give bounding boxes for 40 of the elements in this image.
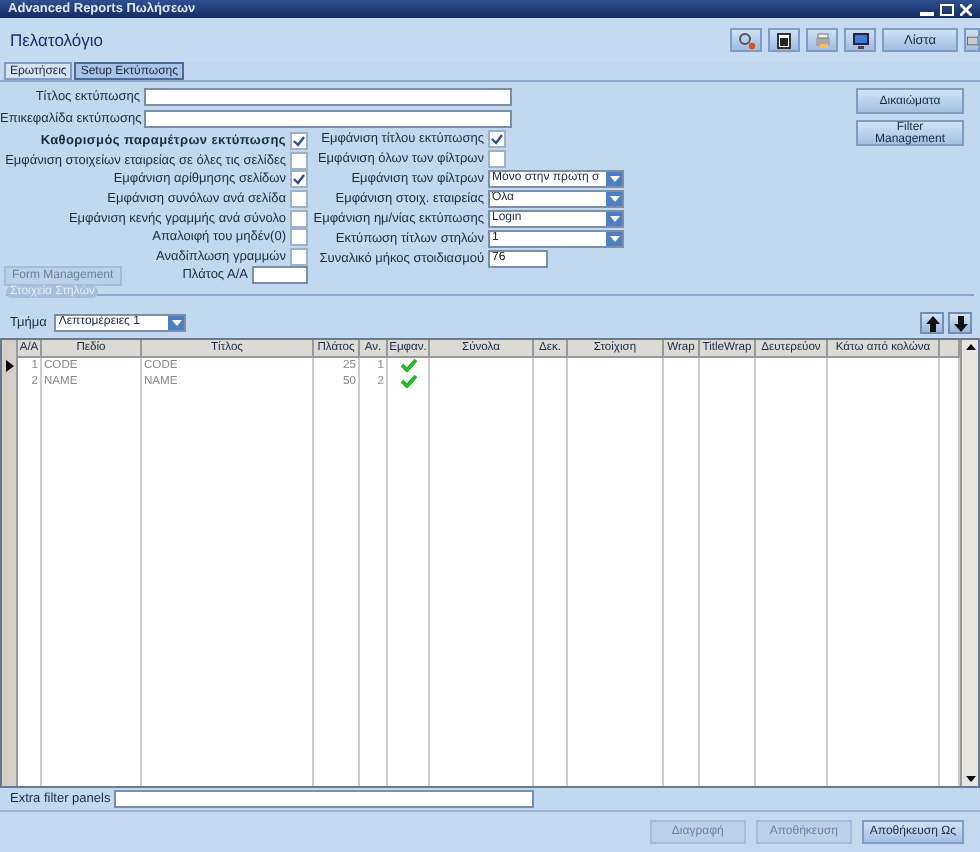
- text-field[interactable]: [144, 88, 512, 106]
- checkbox[interactable]: [290, 151, 308, 170]
- current-row-icon: [5, 359, 13, 372]
- settings-button[interactable]: [964, 28, 980, 52]
- document-icon: [775, 31, 793, 49]
- column-header: [2, 339, 18, 358]
- checkbox[interactable]: [290, 132, 308, 151]
- move-down-button[interactable]: [948, 312, 972, 335]
- down-arrow-icon: [953, 315, 967, 332]
- checkbox[interactable]: [290, 228, 308, 247]
- caret-icon: [609, 215, 619, 221]
- text-field[interactable]: [252, 266, 308, 285]
- up-arrow-icon: [925, 315, 939, 332]
- print-button[interactable]: [768, 28, 800, 52]
- monitor-button[interactable]: [844, 28, 876, 52]
- checkbox[interactable]: [488, 149, 506, 167]
- window-icon: [966, 31, 978, 49]
- scrollbar[interactable]: [960, 339, 978, 786]
- printer-icon: [813, 31, 831, 49]
- caret-icon: [609, 195, 619, 201]
- scroll-down-icon[interactable]: [965, 776, 975, 782]
- maximize-icon[interactable]: [940, 3, 954, 15]
- checkbox[interactable]: [290, 170, 308, 189]
- checkbox[interactable]: [290, 247, 308, 266]
- checkbox[interactable]: [290, 209, 308, 228]
- checkbox[interactable]: [488, 129, 506, 147]
- caret-icon: [609, 175, 619, 181]
- column-header: [940, 339, 960, 358]
- search-button[interactable]: [730, 28, 762, 52]
- close-icon[interactable]: [960, 3, 972, 15]
- checkbox[interactable]: [290, 190, 308, 209]
- move-up-button[interactable]: [920, 312, 944, 335]
- text-field[interactable]: [114, 790, 535, 808]
- scroll-up-icon[interactable]: [965, 343, 975, 350]
- text-field[interactable]: [144, 110, 512, 128]
- search-icon: [737, 31, 755, 49]
- monitor-icon: [851, 31, 869, 49]
- caret-icon: [171, 320, 182, 327]
- caret-icon: [609, 235, 619, 241]
- page-title: Πελατολόγιο: [10, 30, 103, 50]
